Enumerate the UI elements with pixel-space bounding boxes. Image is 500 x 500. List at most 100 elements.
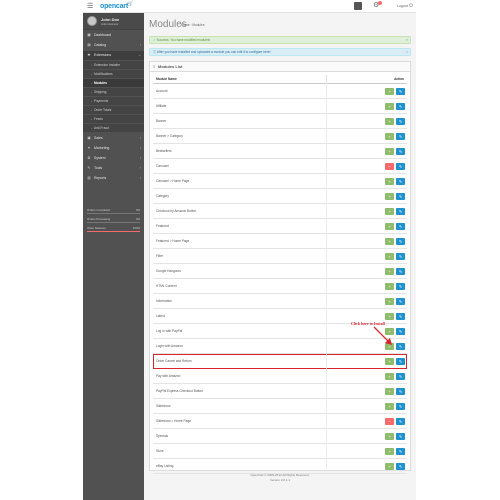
breadcrumb: Home › Modules [181, 23, 204, 28]
install-button[interactable]: + [385, 178, 394, 185]
sidebar-item-label: System [94, 156, 106, 160]
install-button[interactable]: + [385, 433, 394, 440]
edit-button[interactable]: ✎ [396, 268, 405, 275]
column-header-name[interactable]: Module Name [156, 75, 177, 84]
edit-button[interactable]: ✎ [396, 193, 405, 200]
close-icon[interactable]: × [406, 49, 408, 56]
install-button[interactable]: + [385, 103, 394, 110]
install-button[interactable]: + [385, 463, 394, 470]
install-button[interactable]: + [385, 373, 394, 380]
sidebar-subitem-order-totals[interactable]: › Order Totals [83, 106, 144, 114]
install-button[interactable]: + [385, 343, 394, 350]
breadcrumb-home[interactable]: Home [181, 23, 190, 27]
install-button[interactable]: + [385, 328, 394, 335]
sidebar-item-reports[interactable]: ▥ Reports › [83, 174, 144, 183]
edit-button[interactable]: ✎ [396, 463, 405, 470]
sidebar-subitem-shipping[interactable]: › Shipping [83, 88, 144, 96]
column-divider [326, 369, 327, 384]
edit-button[interactable]: ✎ [396, 328, 405, 335]
install-button[interactable]: + [385, 448, 394, 455]
edit-button[interactable]: ✎ [396, 148, 405, 155]
module-name: Login with Amazon [156, 344, 183, 348]
edit-button[interactable]: ✎ [396, 403, 405, 410]
module-name: Slideshow [156, 404, 171, 408]
edit-button[interactable]: ✎ [396, 88, 405, 95]
install-button[interactable]: + [385, 298, 394, 305]
opencart-logo[interactable]: opencart [100, 2, 128, 11]
edit-button[interactable]: ✎ [396, 388, 405, 395]
edit-button[interactable]: ✎ [396, 418, 405, 425]
uninstall-button[interactable]: − [385, 163, 394, 170]
user-profile[interactable]: John Doe Administrator [83, 13, 144, 30]
install-button[interactable]: + [385, 268, 394, 275]
edit-button[interactable]: ✎ [396, 178, 405, 185]
edit-button[interactable]: ✎ [396, 133, 405, 140]
sidebar-subitem-extension-installer[interactable]: › Extension Installer [83, 61, 144, 69]
logout-icon[interactable]: ⏻ [409, 3, 413, 9]
table-row: PayPal Express Checkout Button + ✎ [153, 384, 407, 399]
sidebar-item-sales[interactable]: ▣ Sales › [83, 134, 144, 143]
install-button[interactable]: + [385, 88, 394, 95]
edit-button[interactable]: ✎ [396, 358, 405, 365]
install-button[interactable]: + [385, 208, 394, 215]
edit-button[interactable]: ✎ [396, 253, 405, 260]
avatar[interactable] [354, 2, 362, 10]
sidebar-subitem-anti-fraud[interactable]: › Anti-Fraud [83, 124, 144, 132]
sidebar-subitem-modifications[interactable]: › Modifications [83, 70, 144, 78]
module-name: Banner > Category [156, 134, 183, 138]
edit-button[interactable]: ✎ [396, 118, 405, 125]
sidebar-subitem-feeds[interactable]: › Feeds [83, 115, 144, 123]
install-button[interactable]: + [385, 193, 394, 200]
column-divider [326, 309, 327, 324]
sidebar-item-dashboard[interactable]: ▦ Dashboard [83, 31, 144, 40]
install-button[interactable]: + [385, 403, 394, 410]
edit-button[interactable]: ✎ [396, 343, 405, 350]
module-name: Checkout by Amazon Button [156, 209, 197, 213]
column-divider [326, 324, 327, 339]
column-divider [326, 204, 327, 219]
edit-button[interactable]: ✎ [396, 448, 405, 455]
sidebar-item-system[interactable]: ⚙ System › [83, 154, 144, 163]
profile-role: Administrator [101, 22, 119, 26]
edit-button[interactable]: ✎ [396, 238, 405, 245]
install-button[interactable]: + [385, 253, 394, 260]
sidebar-item-catalog[interactable]: ▤ Catalog › [83, 41, 144, 50]
edit-button[interactable]: ✎ [396, 103, 405, 110]
edit-button[interactable]: ✎ [396, 283, 405, 290]
install-button[interactable]: + [385, 223, 394, 230]
sidebar-item-marketing[interactable]: ✦ Marketing › [83, 144, 144, 153]
module-name: Latest [156, 314, 165, 318]
edit-button[interactable]: ✎ [396, 373, 405, 380]
table-row: Affiliate + ✎ [153, 99, 407, 114]
edit-button[interactable]: ✎ [396, 163, 405, 170]
close-icon[interactable]: × [406, 37, 408, 44]
sidebar-item-tools[interactable]: ✎ Tools › [83, 164, 144, 173]
edit-button[interactable]: ✎ [396, 208, 405, 215]
install-button[interactable]: + [385, 238, 394, 245]
bars-icon[interactable]: ☰ [87, 2, 93, 11]
sidebar-subitem-modules[interactable]: › Modules [83, 79, 144, 87]
install-button[interactable]: + [385, 133, 394, 140]
install-button[interactable]: + [385, 148, 394, 155]
sidebar-item-label: Extensions [94, 53, 112, 57]
sidebar-item-extensions[interactable]: ✚ Extensions ⌄ [83, 51, 144, 60]
uninstall-button[interactable]: − [385, 418, 394, 425]
cart-icon: ▣ [87, 136, 91, 140]
edit-button[interactable]: ✎ [396, 433, 405, 440]
column-divider [326, 399, 327, 414]
edit-button[interactable]: ✎ [396, 313, 405, 320]
install-button[interactable]: + [385, 358, 394, 365]
sidebar-subitem-payments[interactable]: › Payments [83, 97, 144, 105]
column-divider [326, 189, 327, 204]
logout-link[interactable]: Logout [397, 3, 408, 9]
chevron-icon: › [139, 43, 141, 47]
puzzle-icon: ✚ [87, 53, 91, 57]
install-button[interactable]: + [385, 283, 394, 290]
edit-button[interactable]: ✎ [396, 298, 405, 305]
install-button[interactable]: + [385, 313, 394, 320]
edit-button[interactable]: ✎ [396, 223, 405, 230]
breadcrumb-current[interactable]: Modules [192, 23, 204, 27]
install-button[interactable]: + [385, 388, 394, 395]
table-row: Banner > Category + ✎ [153, 129, 407, 144]
install-button[interactable]: + [385, 118, 394, 125]
